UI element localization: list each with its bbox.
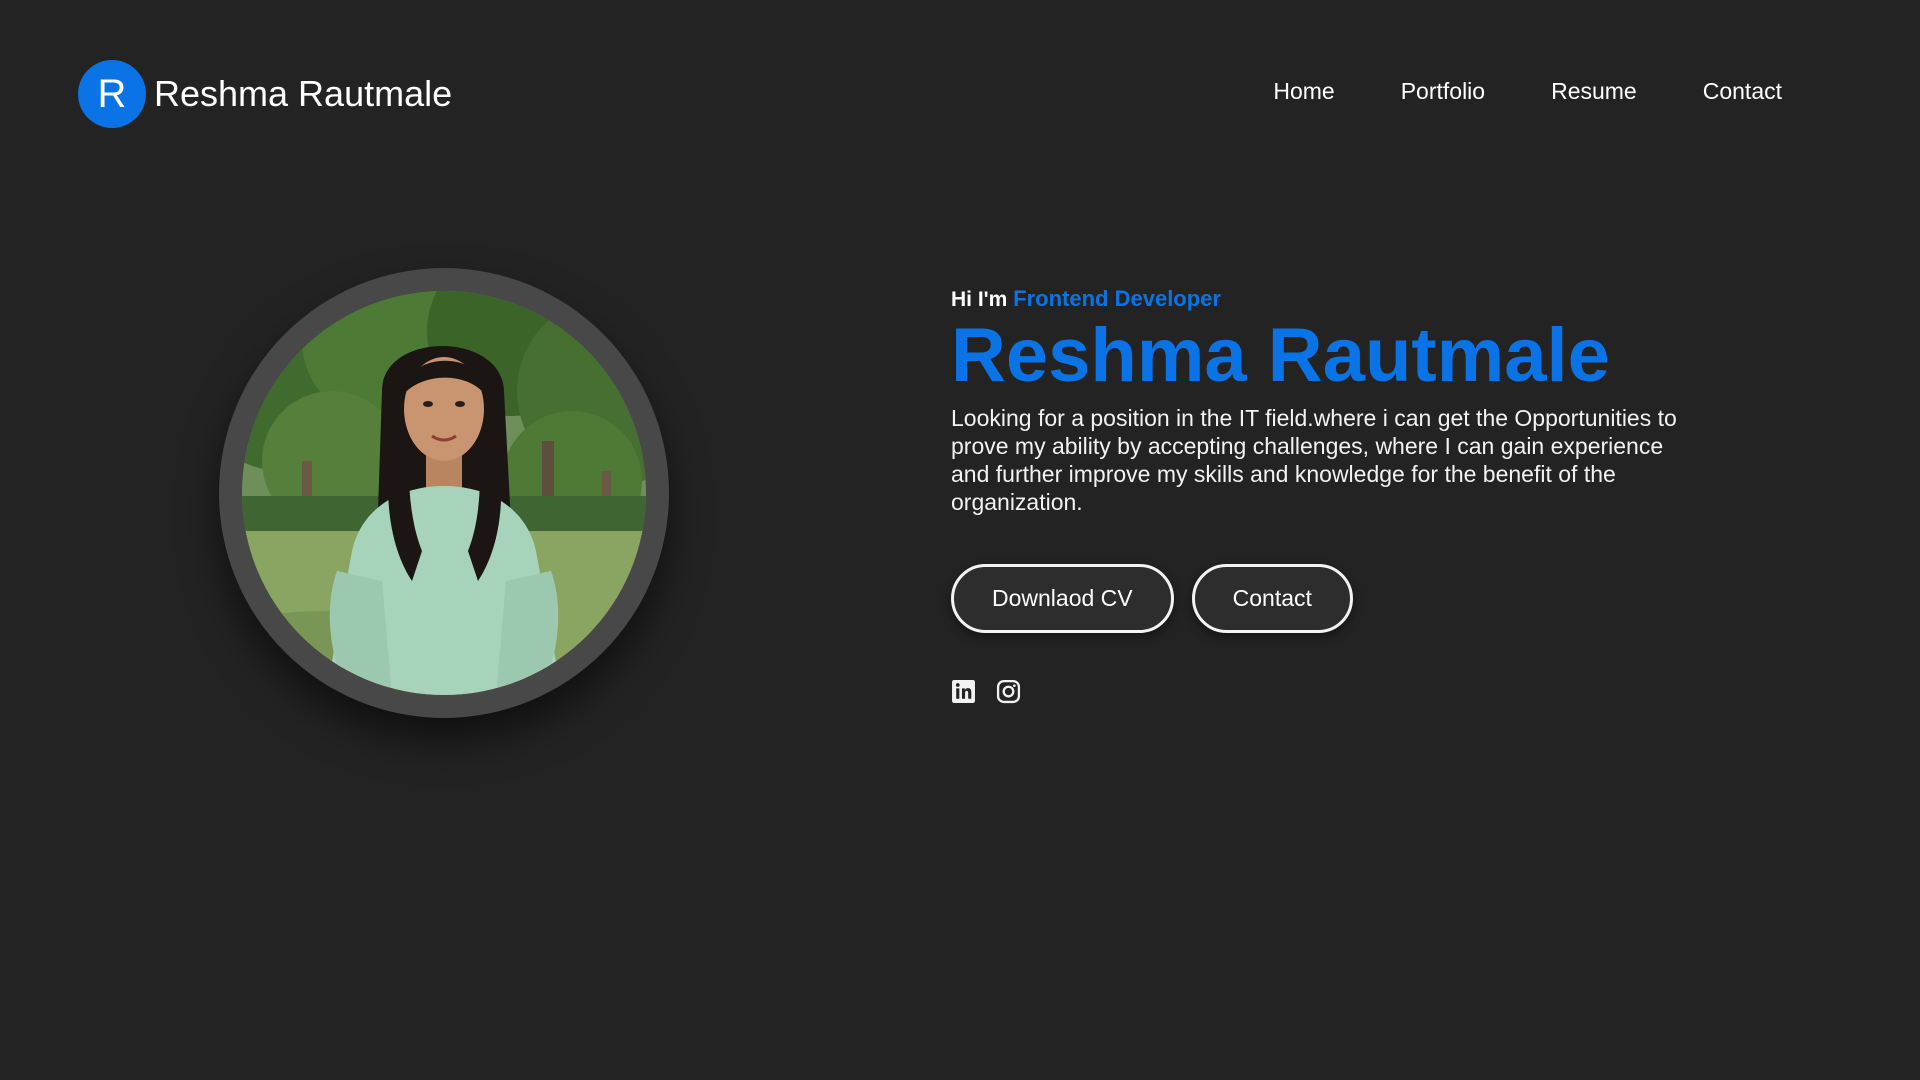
role-text: Frontend Developer xyxy=(1013,286,1221,311)
social-links xyxy=(951,679,1711,704)
profile-photo xyxy=(242,291,646,695)
hero-actions: Downlaod CV Contact xyxy=(951,564,1711,633)
hero-section: Hi I'm Frontend Developer Reshma Rautmal… xyxy=(951,286,1711,704)
hero-name: Reshma Rautmale xyxy=(951,313,1610,398)
profile-photo-frame xyxy=(219,268,669,718)
download-cv-button[interactable]: Downlaod CV xyxy=(951,564,1174,633)
hero-summary: Looking for a position in the IT field.w… xyxy=(951,405,1677,515)
main-nav: Home Portfolio Resume Contact xyxy=(1273,78,1782,105)
brand-name[interactable]: Reshma Rautmale xyxy=(154,73,452,115)
nav-home[interactable]: Home xyxy=(1273,78,1334,105)
greeting-text: Hi I'm xyxy=(951,288,1014,311)
nav-contact[interactable]: Contact xyxy=(1703,78,1782,105)
nav-resume[interactable]: Resume xyxy=(1551,78,1637,105)
greeting-line: Hi I'm Frontend Developer xyxy=(951,286,1711,312)
brand[interactable]: R Reshma Rautmale xyxy=(78,60,452,128)
linkedin-icon[interactable] xyxy=(951,679,976,704)
instagram-icon[interactable] xyxy=(996,679,1021,704)
page: R Reshma Rautmale Home Portfolio Resume … xyxy=(0,0,1920,1080)
logo-badge[interactable]: R xyxy=(78,60,146,128)
nav-portfolio[interactable]: Portfolio xyxy=(1401,78,1485,105)
contact-button[interactable]: Contact xyxy=(1191,564,1353,633)
